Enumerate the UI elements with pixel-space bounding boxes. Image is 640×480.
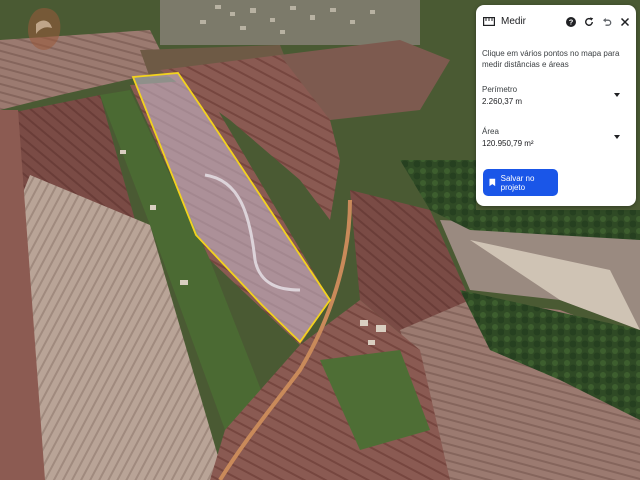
- ruler-icon: [483, 17, 495, 26]
- panel-header: Medir ?: [476, 5, 636, 39]
- area-label: Área: [482, 127, 499, 136]
- panel-title: Medir: [501, 16, 527, 27]
- undo-icon[interactable]: [600, 15, 614, 29]
- instruction-text: Clique em vários pontos no mapa para med…: [482, 49, 620, 69]
- bookmark-icon: [489, 178, 496, 187]
- perimeter-value: 2.260,37 m: [482, 97, 523, 106]
- close-icon[interactable]: [618, 15, 632, 29]
- area-value: 120.950,79 m²: [482, 139, 534, 148]
- chevron-down-icon[interactable]: [613, 134, 621, 140]
- measure-panel: Medir ? Clique em vários pontos no mapa …: [476, 5, 636, 206]
- chevron-down-icon[interactable]: [613, 92, 621, 98]
- perimeter-label: Perímetro: [482, 85, 518, 94]
- refresh-icon[interactable]: [582, 15, 596, 29]
- save-button-label: Salvar no projeto: [500, 173, 535, 192]
- logo-watermark-icon: [22, 4, 66, 54]
- help-icon[interactable]: ?: [564, 15, 578, 29]
- svg-text:?: ?: [569, 18, 574, 27]
- save-to-project-button[interactable]: Salvar no projeto: [483, 169, 558, 196]
